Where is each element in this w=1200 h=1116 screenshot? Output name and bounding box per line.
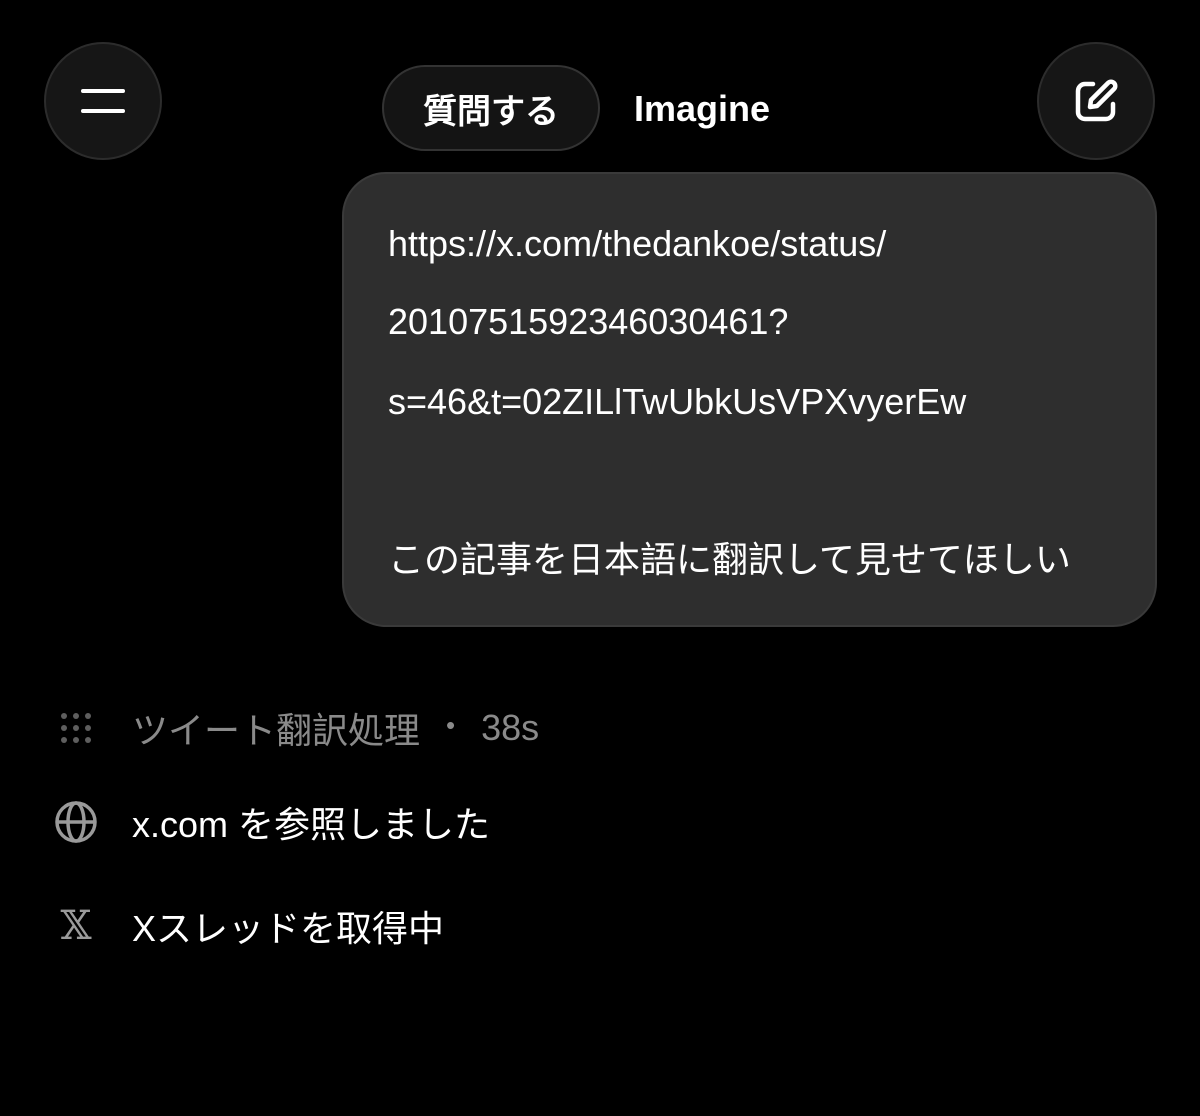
- browsed-label: x.com を参照しました: [132, 804, 491, 845]
- thinking-label: ツイート翻訳処理: [132, 710, 421, 751]
- thinking-duration: 38s: [481, 707, 540, 748]
- separator: •: [446, 709, 456, 740]
- globe-icon: [52, 798, 100, 846]
- browsed-status[interactable]: x.com を参照しました: [52, 797, 490, 847]
- x-logo-icon: 𝕏: [60, 903, 92, 949]
- tab-imagine[interactable]: Imagine: [634, 86, 770, 132]
- user-message-bubble: https://x.com/thedankoe/status/ 20107515…: [342, 172, 1157, 627]
- chat-screen: 質問する Imagine https://x.com/thedankoe/sta…: [0, 0, 1200, 1116]
- message-line: 2010751592346030461?: [388, 301, 789, 342]
- tab-ask[interactable]: 質問する: [382, 65, 600, 151]
- message-line: この記事を日本語に翻訳して見せてほしい: [388, 539, 1071, 580]
- edit-compose-icon: [1075, 79, 1118, 122]
- message-line: s=46&t=02ZILlTwUbkUsVPXvyerEw: [388, 381, 967, 422]
- dot-grid-icon: [52, 704, 100, 752]
- fetching-status[interactable]: 𝕏 Xスレッドを取得中: [52, 901, 444, 951]
- message-line[interactable]: https://x.com/thedankoe/status/: [388, 222, 886, 266]
- thinking-status[interactable]: ツイート翻訳処理 • 38s: [52, 703, 539, 753]
- hamburger-menu-icon: [81, 89, 125, 113]
- fetching-label: Xスレッドを取得中: [132, 908, 445, 949]
- menu-button[interactable]: [44, 42, 162, 160]
- new-chat-button[interactable]: [1037, 42, 1155, 160]
